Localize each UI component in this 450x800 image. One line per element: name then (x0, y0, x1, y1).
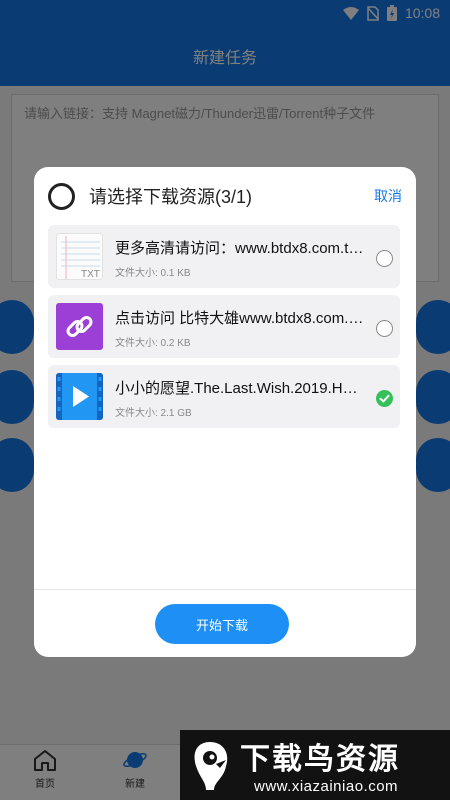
start-download-button[interactable]: 开始下载 (155, 604, 289, 644)
dialog-header: 请选择下载资源(3/1) 取消 (48, 181, 402, 211)
txt-file-icon: TXT (56, 233, 103, 280)
file-item[interactable]: 点击访问 比特大雄www.btdx8.com.… 文件大小: 0.2 KB (48, 295, 400, 358)
watermark: 下载鸟资源 www.xiazainiao.com (180, 730, 450, 800)
file-select-radio[interactable] (376, 320, 393, 337)
select-resource-dialog: 请选择下载资源(3/1) 取消 TXT 更多高清请访问：www.btdx8.co… (34, 167, 416, 657)
file-item[interactable]: 小小的愿望.The.Last.Wish.2019.HD… 文件大小: 2.1 G… (48, 365, 400, 428)
file-name: 点击访问 比特大雄www.btdx8.com.… (115, 310, 364, 327)
video-file-icon (56, 373, 103, 420)
file-size: 文件大小: 2.1 GB (115, 408, 192, 419)
file-name: 小小的愿望.The.Last.Wish.2019.HD… (115, 380, 367, 397)
watermark-url: www.xiazainiao.com (254, 778, 399, 795)
watermark-title: 下载鸟资源 (240, 743, 400, 776)
file-name: 更多高清请访问：www.btdx8.com.t… (115, 240, 364, 257)
dialog-title: 请选择下载资源(3/1) (89, 187, 253, 207)
select-all-checkbox[interactable] (48, 182, 75, 210)
file-select-radio-checked[interactable] (376, 390, 393, 407)
link-file-icon (56, 303, 103, 350)
bird-logo-icon (194, 742, 228, 790)
file-size: 文件大小: 0.2 KB (115, 338, 191, 349)
file-size: 文件大小: 0.1 KB (115, 268, 191, 279)
cancel-button[interactable]: 取消 (374, 186, 402, 206)
checkmark-icon (379, 394, 390, 403)
file-item[interactable]: TXT 更多高清请访问：www.btdx8.com.t… 文件大小: 0.1 K… (48, 225, 400, 288)
dialog-divider (34, 589, 416, 590)
file-select-radio[interactable] (376, 250, 393, 267)
txt-icon-label: TXT (81, 269, 100, 280)
